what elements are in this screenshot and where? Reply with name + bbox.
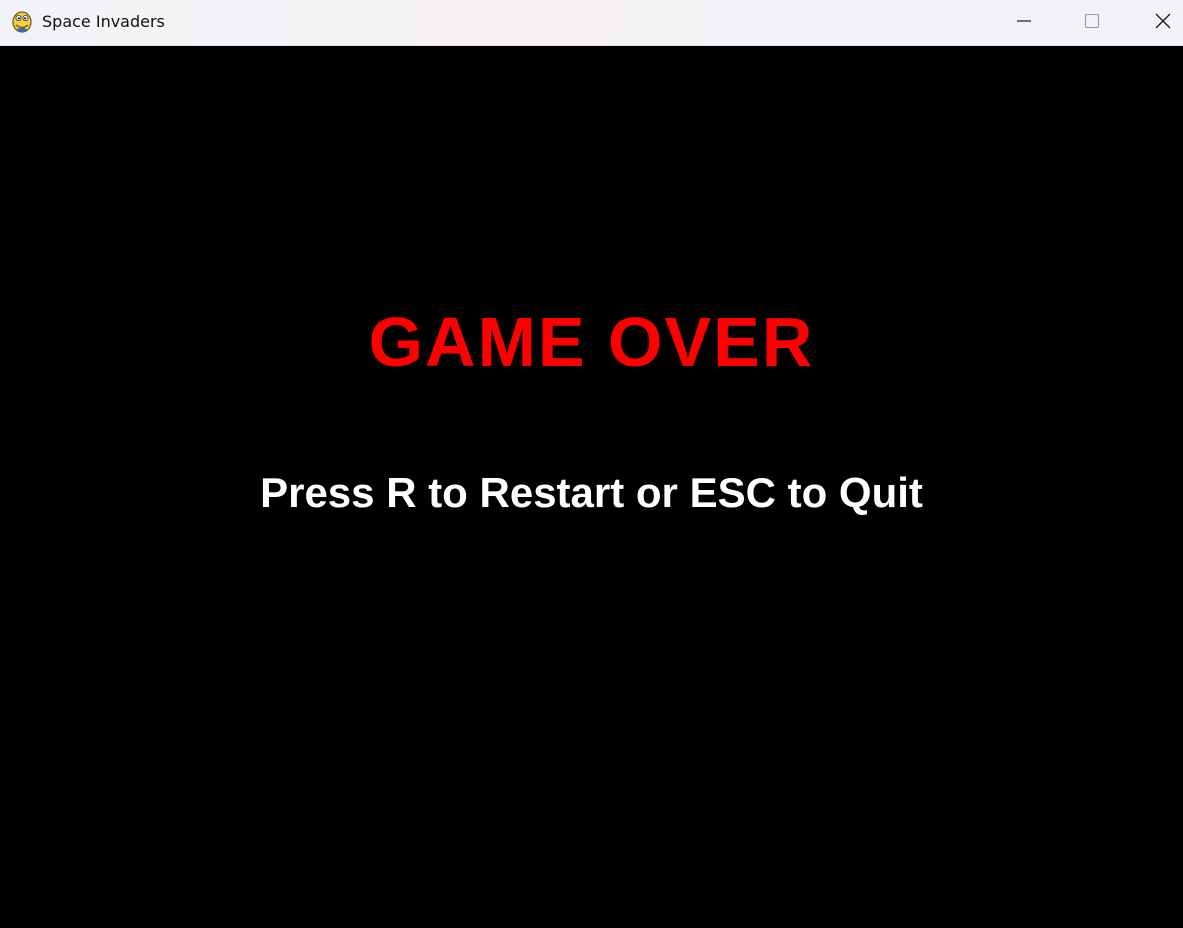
title-bar[interactable]: Space Invaders [0, 0, 1183, 46]
game-canvas[interactable]: GAME OVER Press R to Restart or ESC to Q… [0, 46, 1183, 928]
minimize-icon [1016, 13, 1032, 34]
restart-instructions: Press R to Restart or ESC to Quit [260, 469, 923, 516]
close-icon [1154, 12, 1172, 35]
app-window: Space Invaders GAME OVER Press R to Rest… [0, 0, 1183, 928]
maximize-button[interactable] [1069, 0, 1115, 46]
minimize-button[interactable] [1001, 0, 1047, 46]
maximize-icon [1084, 13, 1100, 34]
window-title: Space Invaders [42, 12, 165, 31]
game-over-heading: GAME OVER [368, 303, 815, 381]
close-button[interactable] [1140, 0, 1183, 46]
python-snake-icon [11, 10, 33, 34]
